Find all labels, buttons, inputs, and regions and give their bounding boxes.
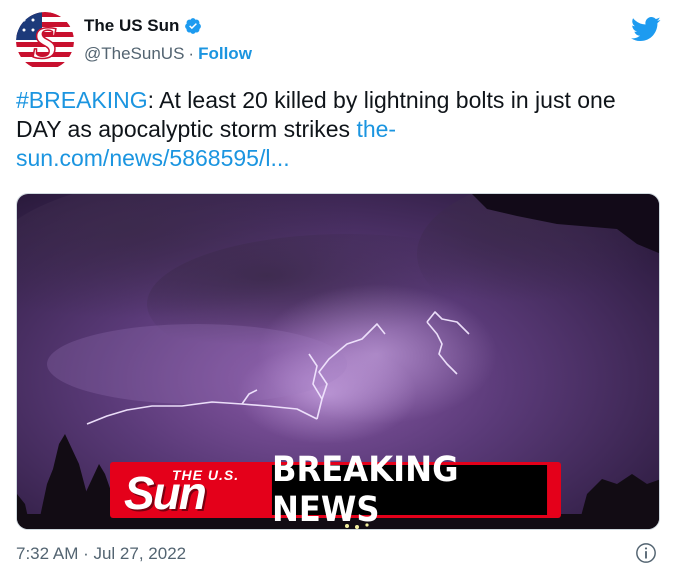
verified-badge-icon <box>185 18 202 34</box>
sun-logo-avatar-icon: S <box>16 12 74 70</box>
timestamp[interactable]: 7:32 AM · Jul 27, 2022 <box>16 544 186 564</box>
info-icon[interactable] <box>635 542 657 564</box>
banner-headline: BREAKING NEWS <box>271 450 548 529</box>
avatar[interactable]: S <box>16 12 74 70</box>
embedded-tweet: S The US Sun @TheSunUS · Follow #BREAKING:… <box>0 0 677 577</box>
twitter-bird-icon[interactable] <box>631 14 661 44</box>
the-us-sun-logo: Sun THE U.S. <box>112 464 260 516</box>
tweet-text: #BREAKING: At least 20 killed by lightni… <box>16 86 656 173</box>
svg-text:S: S <box>32 17 58 68</box>
banner-small-text: THE U.S. <box>172 467 240 483</box>
breaking-news-banner: Sun THE U.S. BREAKING NEWS <box>110 450 561 529</box>
hashtag-link[interactable]: #BREAKING <box>16 87 148 113</box>
tweet-media-image[interactable]: Sun THE U.S. BREAKING NEWS <box>16 193 660 530</box>
user-info: The US Sun @TheSunUS · Follow <box>84 16 252 64</box>
separator: · <box>188 44 195 63</box>
handle[interactable]: @TheSunUS <box>84 44 184 63</box>
follow-button[interactable]: Follow <box>198 44 252 63</box>
display-name[interactable]: The US Sun <box>84 16 179 36</box>
